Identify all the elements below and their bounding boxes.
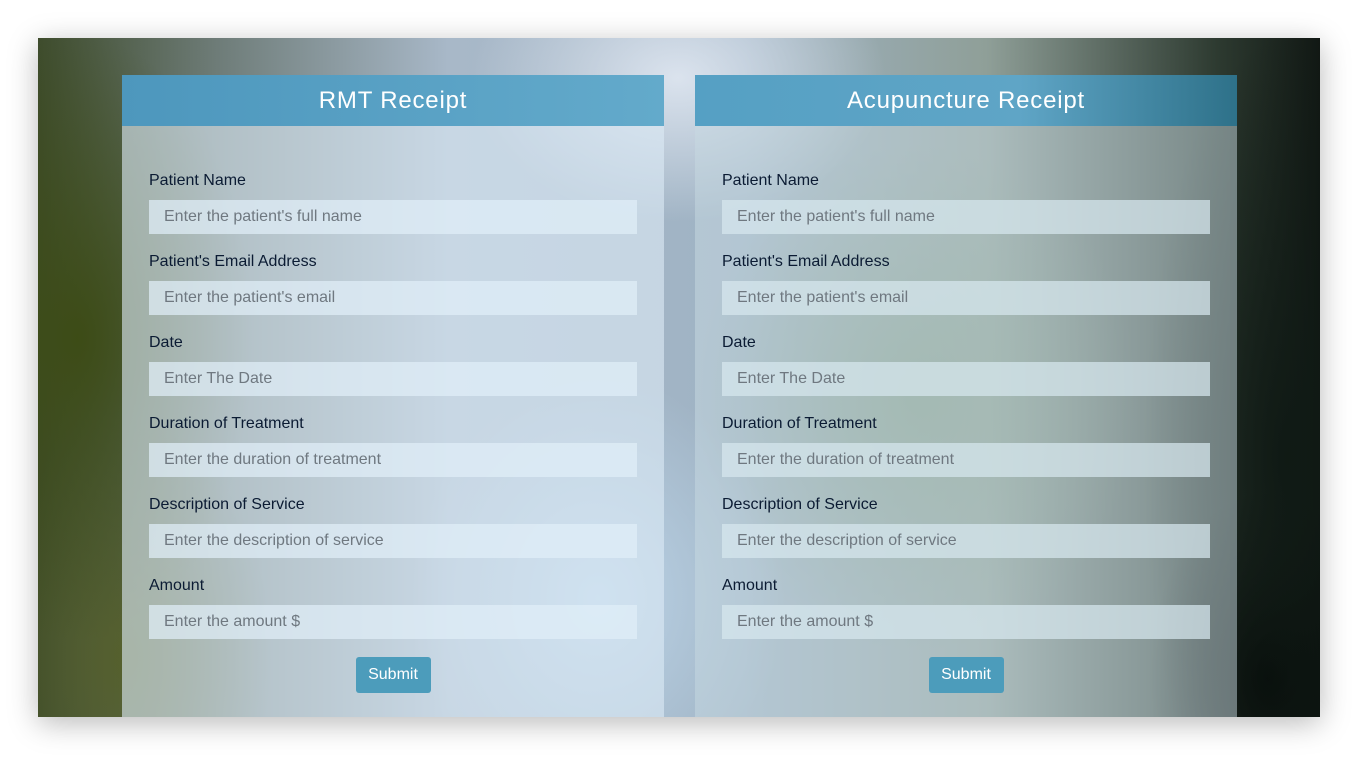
duration-label: Duration of Treatment	[722, 415, 877, 432]
acupuncture-receipt-title: Acupuncture Receipt	[847, 86, 1085, 114]
duration-input[interactable]	[722, 443, 1210, 477]
rmt-receipt-form: Patient Name Patient's Email Address Dat…	[122, 126, 664, 693]
acupuncture-receipt-form: Patient Name Patient's Email Address Dat…	[695, 126, 1237, 693]
amount-label: Amount	[149, 577, 205, 594]
description-label: Description of Service	[149, 496, 305, 513]
acupuncture-receipt-panel: Acupuncture Receipt Patient Name Patient…	[695, 75, 1237, 717]
duration-input[interactable]	[149, 443, 637, 477]
patient-name-input[interactable]	[149, 200, 637, 234]
rmt-receipt-panel: RMT Receipt Patient Name Patient's Email…	[122, 75, 664, 717]
description-input[interactable]	[722, 524, 1210, 558]
duration-label: Duration of Treatment	[149, 415, 304, 432]
acupuncture-receipt-header: Acupuncture Receipt	[695, 75, 1237, 126]
rmt-receipt-header: RMT Receipt	[122, 75, 664, 126]
patient-name-input[interactable]	[722, 200, 1210, 234]
amount-input[interactable]	[149, 605, 637, 639]
patient-name-label: Patient Name	[149, 172, 246, 189]
rmt-receipt-title: RMT Receipt	[318, 86, 468, 114]
date-input[interactable]	[722, 362, 1210, 396]
description-label: Description of Service	[722, 496, 878, 513]
date-input[interactable]	[149, 362, 637, 396]
amount-input[interactable]	[722, 605, 1210, 639]
submit-row: Submit	[149, 657, 637, 693]
rmt-submit-button[interactable]: Submit	[355, 657, 431, 693]
submit-row: Submit	[722, 657, 1210, 693]
patient-email-input[interactable]	[722, 281, 1210, 315]
description-input[interactable]	[149, 524, 637, 558]
amount-label: Amount	[722, 577, 778, 594]
acupuncture-submit-button[interactable]: Submit	[928, 657, 1004, 693]
patient-email-label: Patient's Email Address	[149, 253, 317, 270]
patient-email-label: Patient's Email Address	[722, 253, 890, 270]
date-label: Date	[149, 334, 183, 351]
patient-name-label: Patient Name	[722, 172, 819, 189]
date-label: Date	[722, 334, 756, 351]
background-viewport: RMT Receipt Patient Name Patient's Email…	[38, 38, 1320, 717]
patient-email-input[interactable]	[149, 281, 637, 315]
